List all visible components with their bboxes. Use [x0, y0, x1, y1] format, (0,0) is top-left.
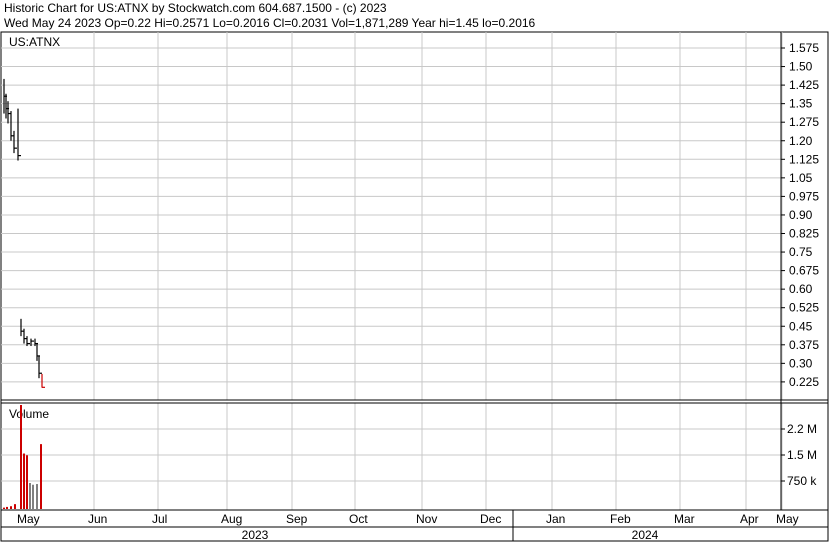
volume-bar	[23, 453, 25, 509]
volume-bar	[40, 444, 42, 509]
volume-bar	[20, 405, 22, 509]
volume-bar	[26, 455, 28, 509]
volume-bar	[29, 483, 31, 509]
price-axis: 1.575 1.50 1.425 1.35 1.275 1.20 1.125 1.05 0.97…	[781, 41, 819, 389]
volume-tick-label: 750 k	[787, 474, 817, 488]
chart-frame	[0, 31, 829, 542]
price-tick-label: 0.825	[789, 227, 819, 241]
price-tick-label: 0.975	[789, 189, 819, 203]
month-label: Oct	[349, 512, 368, 526]
volume-tick-label: 2.2 M	[787, 422, 817, 436]
stock-chart: US:ATNX Volume 1.5751.501.4251.351.2751.…	[0, 31, 829, 542]
price-tick-label: 0.60	[789, 282, 813, 296]
volume-bar	[36, 484, 38, 509]
month-label: Dec	[480, 512, 501, 526]
volume-bar	[10, 506, 12, 509]
price-tick-label: 1.275	[789, 115, 819, 129]
month-label: Feb	[610, 512, 631, 526]
volume-bar	[32, 484, 34, 509]
month-label: Sep	[286, 512, 308, 526]
month-label: May	[17, 512, 40, 526]
volume-bar	[6, 506, 8, 509]
volume-bar	[14, 504, 16, 509]
year-label: 2023	[242, 528, 269, 542]
month-axis: May Jun Jul Aug Sep Oct Nov Dec Jan Feb Mar Apr May	[17, 512, 799, 526]
month-label: Aug	[221, 512, 242, 526]
volume-axis: 2.2 M 1.5 M 750 k	[781, 422, 817, 488]
year-label: 2024	[632, 528, 659, 542]
price-tick-label: 1.425	[789, 78, 819, 92]
price-tick-label: 1.575	[789, 41, 819, 55]
month-label: Mar	[674, 512, 695, 526]
price-tick-label: 0.45	[789, 319, 813, 333]
volume-tick-label: 1.5 M	[787, 448, 817, 462]
month-label: Jan	[546, 512, 565, 526]
month-label: Apr	[740, 512, 759, 526]
price-tick-label: 0.675	[789, 264, 819, 278]
price-tick-label: 1.20	[789, 134, 813, 148]
year-axis: 2023 2024	[242, 528, 659, 542]
month-label: May	[776, 512, 799, 526]
price-tick-label: 0.225	[789, 375, 819, 389]
price-tick-label: 0.75	[789, 245, 813, 259]
price-tick-label: 1.05	[789, 171, 813, 185]
price-tick-label: 0.90	[789, 208, 813, 222]
grid	[1, 32, 783, 510]
price-tick-label: 1.35	[789, 97, 813, 111]
price-tick-label: 0.375	[789, 338, 819, 352]
price-tick-label: 0.525	[789, 301, 819, 315]
month-label: Jun	[88, 512, 107, 526]
price-tick-label: 1.50	[789, 60, 813, 74]
month-label: Nov	[416, 512, 437, 526]
price-panel-title: US:ATNX	[9, 35, 60, 49]
month-label: Jul	[152, 512, 167, 526]
volume-bar	[3, 507, 5, 509]
volume-panel-title: Volume	[9, 407, 49, 421]
price-tick-label: 1.125	[789, 152, 819, 166]
price-tick-label: 0.30	[789, 356, 813, 370]
